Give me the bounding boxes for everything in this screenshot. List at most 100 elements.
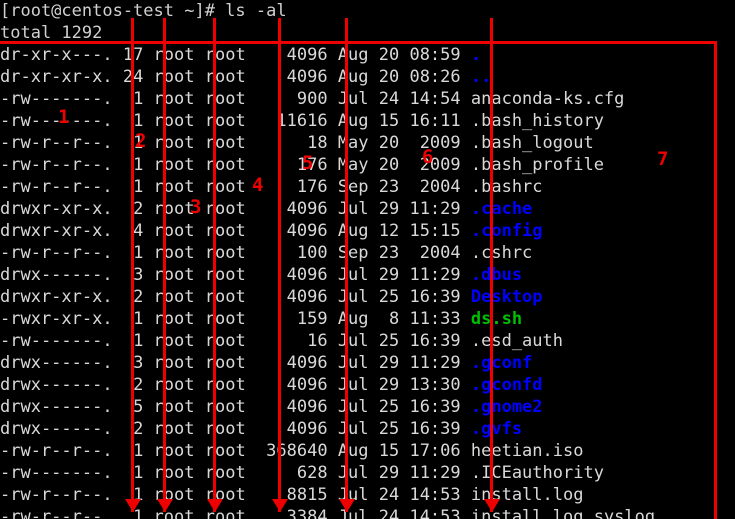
cell-group: root xyxy=(194,243,246,263)
cell-size: 628 xyxy=(245,463,328,483)
cell-owner: root xyxy=(143,199,195,219)
prompt-line: [root@centos-test ~]# ls -al xyxy=(0,1,287,21)
cell-owner: root xyxy=(143,243,195,263)
cell-owner: root xyxy=(143,331,195,351)
table-row: dr-xr-x---. 17 root root 4096 Aug 20 08:… xyxy=(0,44,735,66)
annotation-marker-6: 6 xyxy=(422,146,434,168)
cell-name: .esd_auth xyxy=(460,331,563,351)
column-divider-2 xyxy=(163,18,166,512)
cell-size: 4096 xyxy=(245,67,328,87)
cell-permissions: drwx------. xyxy=(0,397,113,417)
cell-size: 4096 xyxy=(245,353,328,373)
table-row: -rw-r--r--. 1 root root 176 Sep 23 2004 … xyxy=(0,176,735,198)
column-arrow-5 xyxy=(339,499,355,512)
listing-top-rule xyxy=(0,41,717,44)
cell-size: 900 xyxy=(245,89,328,109)
table-row: drwx------. 3 root root 4096 Jul 29 11:2… xyxy=(0,352,735,374)
annotation-marker-3: 3 xyxy=(190,196,202,218)
cell-name: install.log xyxy=(460,485,584,505)
cell-name: .ICEauthority xyxy=(460,463,604,483)
cell-group: root xyxy=(194,331,246,351)
cell-links: 17 xyxy=(112,45,144,65)
table-row: -rw-r--r--. 1 root root 18 May 20 2009 .… xyxy=(0,132,735,154)
cell-links: 24 xyxy=(112,67,144,87)
cell-name: Desktop xyxy=(460,287,543,307)
cell-size: 11616 xyxy=(245,111,328,131)
cell-name: .. xyxy=(460,67,492,87)
table-row: -rw-------. 1 root root 900 Jul 24 14:54… xyxy=(0,88,735,110)
cell-links: 2 xyxy=(112,287,144,307)
cell-size: 100 xyxy=(245,243,328,263)
cell-name: heetian.iso xyxy=(460,441,584,461)
cell-permissions: -rw-r--r--. xyxy=(0,177,113,197)
column-arrow-6 xyxy=(484,499,500,512)
table-row: drwx------. 2 root root 4096 Jul 25 16:3… xyxy=(0,418,735,440)
cell-permissions: drwx------. xyxy=(0,419,113,439)
cell-size: 18 xyxy=(245,133,328,153)
table-row: -rw-r--r--. 1 root root 3384 Jul 24 14:5… xyxy=(0,506,735,519)
cell-permissions: -rw-------. xyxy=(0,463,113,483)
cell-group: root xyxy=(194,419,246,439)
cell-links: 1 xyxy=(112,441,144,461)
table-row: drwx------. 5 root root 4096 Jul 25 16:3… xyxy=(0,396,735,418)
cell-permissions: drwx------. xyxy=(0,353,113,373)
table-row: -rw-r--r--. 1 root root 100 Sep 23 2004 … xyxy=(0,242,735,264)
cell-name: .gconf xyxy=(460,353,533,373)
cell-links: 1 xyxy=(112,155,144,175)
cell-links: 3 xyxy=(112,265,144,285)
cell-links: 3 xyxy=(112,353,144,373)
cell-size: 4096 xyxy=(245,375,328,395)
cell-permissions: -rw-r--r--. xyxy=(0,485,113,505)
cell-name: .bashrc xyxy=(460,177,543,197)
cell-group: root xyxy=(194,309,246,329)
cell-permissions: -rw-r--r--. xyxy=(0,133,113,153)
cell-permissions: -rwxr-xr-x. xyxy=(0,309,113,329)
terminal-screen: [root@centos-test ~]# ls -al total 1292 dr… xyxy=(0,0,735,519)
cell-group: root xyxy=(194,221,246,241)
cell-owner: root xyxy=(143,67,195,87)
column-divider-4 xyxy=(278,18,281,512)
table-row: -rw-r--r--. 1 root root 8815 Jul 24 14:5… xyxy=(0,484,735,506)
column-arrow-3 xyxy=(207,499,223,512)
cell-group: root xyxy=(194,397,246,417)
cell-owner: root xyxy=(143,397,195,417)
cell-permissions: dr-xr-x---. xyxy=(0,45,113,65)
cell-owner: root xyxy=(143,441,195,461)
cell-size: 159 xyxy=(245,309,328,329)
annotation-marker-7: 7 xyxy=(657,148,669,170)
cell-permissions: -rw-r--r--. xyxy=(0,441,113,461)
cell-size: 4096 xyxy=(245,45,328,65)
cell-owner: root xyxy=(143,45,195,65)
column-divider-3 xyxy=(213,18,216,512)
cell-permissions: dr-xr-xr-x. xyxy=(0,67,113,87)
column-divider-6 xyxy=(490,18,493,512)
cell-group: root xyxy=(194,133,246,153)
table-row: drwxr-xr-x. 4 root root 4096 Aug 12 15:1… xyxy=(0,220,735,242)
cell-links: 2 xyxy=(112,419,144,439)
cell-size: 4096 xyxy=(245,199,328,219)
table-row: drwxr-xr-x. 2 root root 4096 Jul 29 11:2… xyxy=(0,198,735,220)
cell-permissions: -rw-------. xyxy=(0,111,113,131)
cell-size: 4096 xyxy=(245,221,328,241)
cell-permissions: drwxr-xr-x. xyxy=(0,221,113,241)
table-row: -rw-------. 1 root root 11616 Aug 15 16:… xyxy=(0,110,735,132)
cell-permissions: drwxr-xr-x. xyxy=(0,287,113,307)
cell-owner: root xyxy=(143,375,195,395)
cell-links: 1 xyxy=(112,309,144,329)
cell-size: 4096 xyxy=(245,287,328,307)
cell-size: 4096 xyxy=(245,419,328,439)
cell-owner: root xyxy=(143,287,195,307)
cell-name: .bash_logout xyxy=(460,133,594,153)
cell-group: root xyxy=(194,45,246,65)
table-row: drwxr-xr-x. 2 root root 4096 Jul 25 16:3… xyxy=(0,286,735,308)
cell-permissions: drwxr-xr-x. xyxy=(0,199,113,219)
cell-owner: root xyxy=(143,221,195,241)
cell-permissions: drwx------. xyxy=(0,375,113,395)
table-row: dr-xr-xr-x. 24 root root 4096 Aug 20 08:… xyxy=(0,66,735,88)
cell-permissions: -rw-------. xyxy=(0,331,113,351)
cell-group: root xyxy=(194,177,246,197)
cell-name: anaconda-ks.cfg xyxy=(460,89,625,109)
cell-owner: root xyxy=(143,133,195,153)
annotation-marker-2: 2 xyxy=(135,130,147,152)
cell-name: . xyxy=(460,45,482,65)
